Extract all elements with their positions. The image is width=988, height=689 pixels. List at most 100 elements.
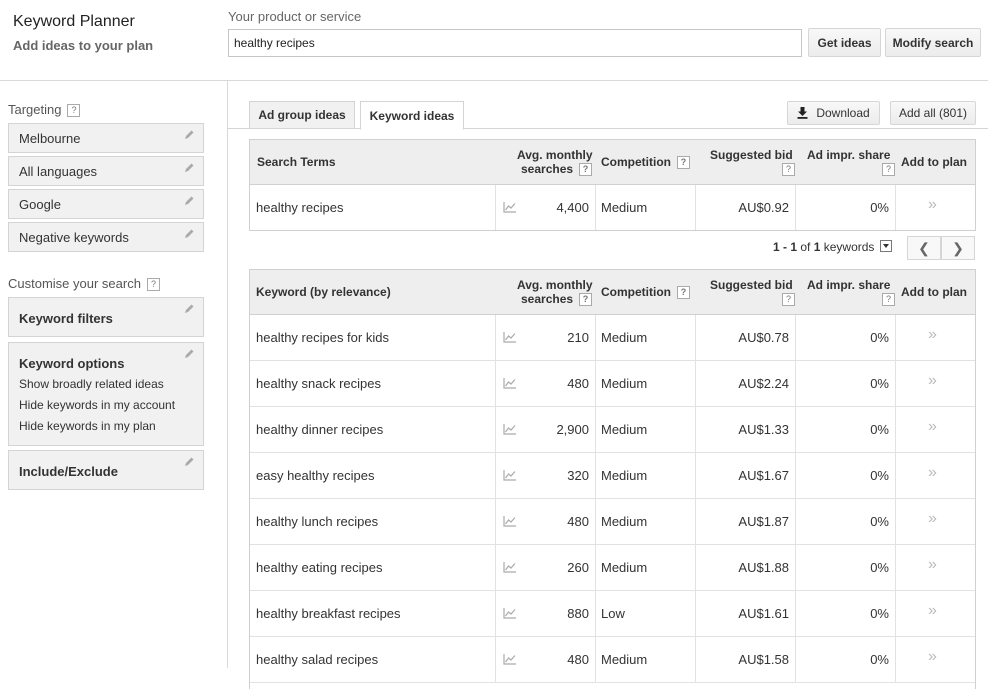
- keyword-rows: healthy recipes for kids 210 Medium AU$0…: [250, 315, 975, 683]
- pencil-icon[interactable]: [183, 348, 195, 360]
- search-terms-table: Search Terms Avg. monthly searches? Comp…: [249, 139, 976, 231]
- customise-heading: Customise your search?: [8, 276, 160, 291]
- add-to-plan-button[interactable]: »: [928, 404, 937, 449]
- targeting-negative-keywords[interactable]: Negative keywords: [8, 222, 204, 252]
- col-header-avg-searches: searches?: [521, 162, 593, 176]
- table-header: Keyword (by relevance) Avg. monthly sear…: [250, 270, 975, 315]
- trend-chart-icon[interactable]: [503, 654, 516, 665]
- help-icon[interactable]: ?: [579, 293, 593, 306]
- col-header-competition: Competition?: [601, 155, 690, 169]
- bid-cell: AU$1.87: [738, 514, 789, 529]
- modify-search-button[interactable]: Modify search: [885, 28, 981, 57]
- trend-chart-icon[interactable]: [503, 470, 516, 481]
- trend-chart-icon[interactable]: [503, 378, 516, 389]
- prev-page-button[interactable]: ❮: [907, 236, 941, 260]
- help-icon[interactable]: ?: [882, 163, 895, 176]
- help-icon[interactable]: ?: [782, 293, 795, 306]
- trend-chart-icon[interactable]: [503, 562, 516, 573]
- keyword-cell: healthy salad recipes: [256, 652, 379, 667]
- add-all-button[interactable]: Add all (801): [890, 101, 976, 125]
- include-exclude-box[interactable]: Include/Exclude: [8, 450, 204, 490]
- column-divider: [595, 315, 596, 360]
- double-chevron-right-icon: »: [928, 555, 937, 573]
- pencil-icon[interactable]: [183, 228, 195, 240]
- add-to-plan-button[interactable]: »: [928, 450, 937, 495]
- pencil-icon[interactable]: [183, 129, 195, 141]
- help-icon[interactable]: ?: [677, 156, 690, 169]
- column-divider: [795, 315, 796, 360]
- add-to-plan-button[interactable]: »: [928, 496, 937, 541]
- product-search-input[interactable]: [228, 29, 802, 57]
- impr-share-cell: 0%: [870, 468, 889, 483]
- add-to-plan-button[interactable]: »: [928, 588, 937, 633]
- pencil-icon[interactable]: [183, 195, 195, 207]
- trend-cell[interactable]: [503, 545, 516, 590]
- column-divider: [695, 315, 696, 360]
- pencil-icon[interactable]: [183, 303, 195, 315]
- trend-cell[interactable]: [503, 637, 516, 682]
- keyword-filters-box[interactable]: Keyword filters: [8, 297, 204, 337]
- col-header-avg-monthly: Avg. monthly: [517, 148, 593, 162]
- tab-keyword-ideas[interactable]: Keyword ideas: [360, 101, 464, 130]
- trend-chart-icon[interactable]: [503, 332, 516, 343]
- col-header-suggested-bid: Suggested bid: [710, 148, 793, 162]
- column-divider: [695, 453, 696, 498]
- trend-cell[interactable]: [503, 185, 516, 230]
- trend-chart-icon[interactable]: [503, 424, 516, 435]
- targeting-network[interactable]: Google: [8, 189, 204, 219]
- trend-cell[interactable]: [503, 499, 516, 544]
- bid-cell: AU$2.24: [738, 376, 789, 391]
- col-header-ad-impr-share: Ad impr. share: [807, 148, 891, 162]
- trend-cell[interactable]: [503, 453, 516, 498]
- help-icon[interactable]: ?: [882, 293, 895, 306]
- keyword-option-line: Hide keywords in my plan: [19, 419, 156, 433]
- trend-cell[interactable]: [503, 407, 516, 452]
- add-to-plan-button[interactable]: »: [928, 358, 937, 403]
- double-chevron-right-icon: »: [928, 325, 937, 343]
- help-icon[interactable]: ?: [67, 104, 81, 117]
- double-chevron-right-icon: »: [928, 371, 937, 389]
- trend-chart-icon[interactable]: [503, 202, 516, 213]
- tab-ad-group-ideas[interactable]: Ad group ideas: [249, 101, 355, 129]
- pencil-icon[interactable]: [183, 456, 195, 468]
- impr-share-cell: 0%: [870, 560, 889, 575]
- add-to-plan-button[interactable]: »: [928, 182, 937, 227]
- double-chevron-right-icon: »: [928, 463, 937, 481]
- next-page-button[interactable]: ❯: [941, 236, 975, 260]
- double-chevron-right-icon: »: [928, 509, 937, 527]
- column-divider: [595, 185, 596, 230]
- targeting-language[interactable]: All languages: [8, 156, 204, 186]
- trend-cell[interactable]: [503, 361, 516, 406]
- trend-chart-icon[interactable]: [503, 516, 516, 527]
- column-divider: [895, 315, 896, 360]
- keyword-options-box[interactable]: Keyword options Show broadly related ide…: [8, 342, 204, 446]
- pencil-icon[interactable]: [183, 162, 195, 174]
- add-to-plan-button[interactable]: »: [928, 312, 937, 357]
- searches-cell: 480: [567, 514, 589, 529]
- column-divider: [595, 545, 596, 590]
- competition-cell: Medium: [601, 514, 648, 529]
- competition-cell: Medium: [601, 200, 648, 215]
- targeting-location[interactable]: Melbourne: [8, 123, 204, 153]
- column-divider: [495, 591, 496, 636]
- competition-cell: Low: [601, 606, 625, 621]
- add-to-plan-button[interactable]: »: [928, 542, 937, 587]
- chevron-down-icon[interactable]: [880, 240, 893, 252]
- add-to-plan-button[interactable]: »: [928, 634, 937, 679]
- trend-cell[interactable]: [503, 591, 516, 636]
- column-divider: [795, 361, 796, 406]
- targeting-negative-keywords-label: Negative keywords: [19, 230, 129, 245]
- searches-cell: 320: [567, 468, 589, 483]
- help-icon[interactable]: ?: [579, 163, 593, 176]
- get-ideas-button[interactable]: Get ideas: [808, 28, 881, 57]
- help-icon[interactable]: ?: [146, 278, 160, 291]
- column-divider: [595, 453, 596, 498]
- trend-cell[interactable]: [503, 315, 516, 360]
- double-chevron-right-icon: »: [928, 195, 937, 213]
- help-icon[interactable]: ?: [782, 163, 795, 176]
- column-divider: [795, 545, 796, 590]
- help-icon[interactable]: ?: [677, 286, 690, 299]
- pager-range: 1 - 1: [773, 240, 798, 254]
- download-button[interactable]: Download: [787, 101, 880, 125]
- trend-chart-icon[interactable]: [503, 608, 516, 619]
